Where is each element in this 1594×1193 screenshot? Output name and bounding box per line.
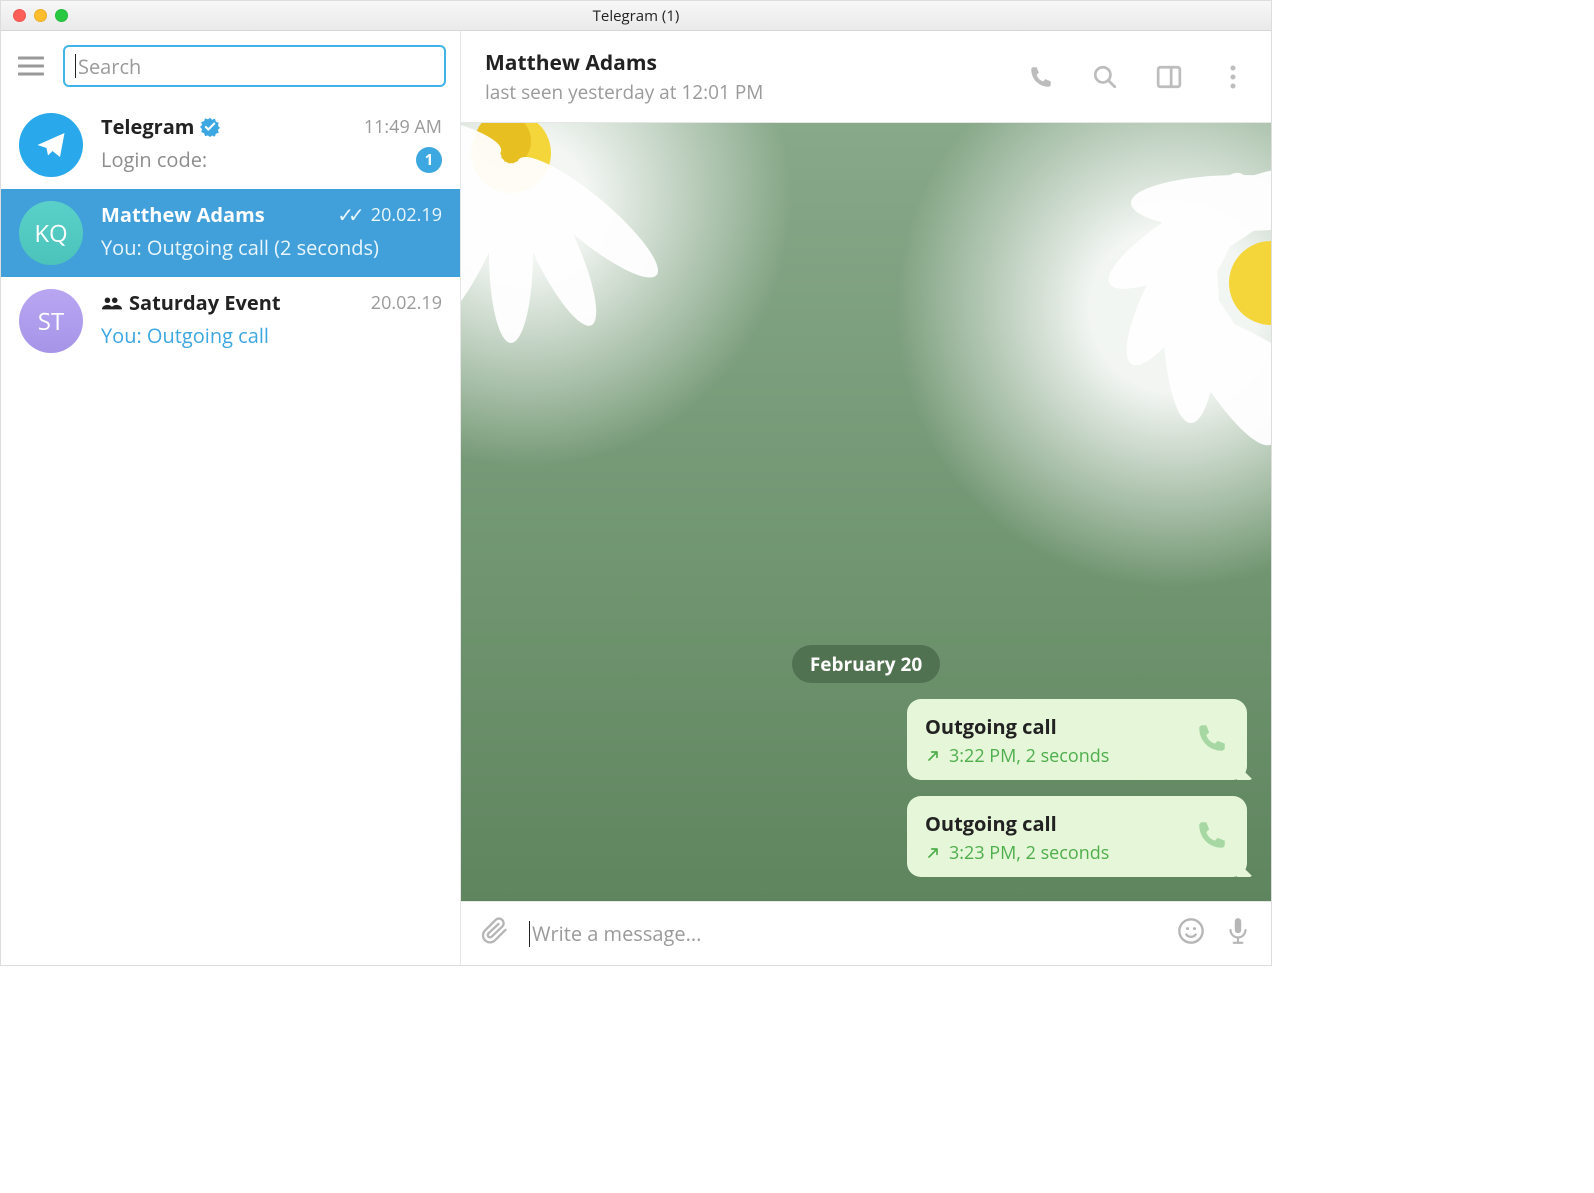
chat-name: Matthew Adams — [101, 201, 265, 228]
call-title: Outgoing call — [925, 810, 1109, 837]
search-input-wrapper[interactable] — [63, 45, 446, 87]
conversation-name: Matthew Adams — [485, 49, 763, 77]
chat-name: Telegram — [101, 113, 194, 140]
menu-button[interactable] — [11, 46, 51, 86]
group-icon — [101, 296, 123, 310]
conversation-header: Matthew Adams last seen yesterday at 12:… — [461, 31, 1271, 123]
panel-icon — [1156, 64, 1182, 90]
emoji-button[interactable] — [1177, 917, 1205, 950]
avatar: ST — [19, 289, 83, 353]
call-button[interactable] — [1027, 63, 1055, 91]
sidebar: Telegram 11:49 AM Login code: 1 KQ — [1, 31, 461, 965]
avatar — [19, 113, 83, 177]
window-title: Telegram (1) — [1, 6, 1271, 26]
call-title: Outgoing call — [925, 713, 1109, 740]
avatar: KQ — [19, 201, 83, 265]
outgoing-arrow-icon — [925, 748, 941, 764]
microphone-icon — [1225, 916, 1251, 946]
date-separator: February 20 — [792, 645, 940, 683]
more-vertical-icon — [1229, 64, 1237, 90]
chat-time: 20.02.19 — [371, 291, 442, 315]
phone-icon — [1195, 818, 1229, 857]
chat-preview: You: Outgoing call (2 seconds) — [101, 234, 379, 261]
search-icon — [1092, 64, 1118, 90]
chat-name: Saturday Event — [129, 289, 281, 316]
chat-time: 11:49 AM — [364, 115, 442, 139]
conversation-pane: Matthew Adams last seen yesterday at 12:… — [461, 31, 1271, 965]
message-placeholder: Write a message... — [532, 920, 701, 947]
chat-area: February 20 Outgoing call 3:22 PM, 2 sec… — [461, 123, 1271, 901]
outgoing-arrow-icon — [925, 845, 941, 861]
chat-preview: You: Outgoing call — [101, 322, 269, 349]
telegram-icon — [33, 127, 69, 163]
titlebar: Telegram (1) — [1, 1, 1271, 31]
text-cursor — [75, 54, 76, 78]
paperclip-icon — [481, 917, 509, 945]
unread-badge: 1 — [416, 147, 442, 173]
chat-item-matthew-adams[interactable]: KQ Matthew Adams ✓✓ 20.02.19 You: Outgoi… — [1, 189, 460, 277]
chat-time: 20.02.19 — [371, 203, 442, 227]
read-checks-icon: ✓✓ — [337, 201, 359, 228]
composer: Write a message... — [461, 901, 1271, 965]
chat-list: Telegram 11:49 AM Login code: 1 KQ — [1, 101, 460, 965]
app-window: Telegram (1) — [0, 0, 1272, 966]
call-meta: 3:22 PM, 2 seconds — [949, 744, 1109, 768]
emoji-icon — [1177, 917, 1205, 945]
chat-item-saturday-event[interactable]: ST Saturday Event 20.02.19 You: Outgoing… — [1, 277, 460, 365]
verified-icon — [200, 117, 220, 137]
message-input[interactable]: Write a message... — [529, 920, 1157, 947]
call-message[interactable]: Outgoing call 3:22 PM, 2 seconds — [907, 699, 1247, 780]
search-input[interactable] — [78, 53, 434, 80]
call-message[interactable]: Outgoing call 3:23 PM, 2 seconds — [907, 796, 1247, 877]
hamburger-icon — [18, 56, 44, 76]
voice-button[interactable] — [1225, 916, 1251, 951]
attach-button[interactable] — [481, 917, 509, 950]
messages: February 20 Outgoing call 3:22 PM, 2 sec… — [461, 123, 1271, 901]
phone-icon — [1195, 721, 1229, 760]
phone-icon — [1028, 64, 1054, 90]
text-cursor — [529, 921, 530, 947]
conversation-status: last seen yesterday at 12:01 PM — [485, 79, 763, 105]
chat-item-telegram[interactable]: Telegram 11:49 AM Login code: 1 — [1, 101, 460, 189]
chat-preview: Login code: — [101, 146, 207, 173]
more-button[interactable] — [1219, 63, 1247, 91]
side-panel-button[interactable] — [1155, 63, 1183, 91]
search-in-chat-button[interactable] — [1091, 63, 1119, 91]
call-meta: 3:23 PM, 2 seconds — [949, 841, 1109, 865]
